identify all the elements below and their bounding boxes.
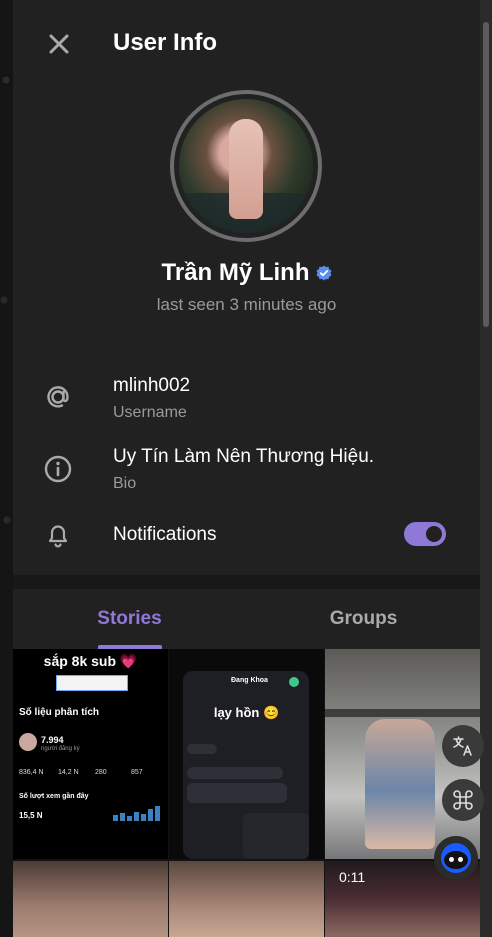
scrollbar-thumb[interactable] [483, 22, 489, 327]
command-icon [453, 790, 473, 810]
story-avatar [19, 733, 37, 751]
media-tabs: Stories Groups [13, 589, 480, 649]
story-recent-label: Số lượt xem gần đây [19, 793, 89, 800]
bio-row[interactable]: Uy Tín Làm Nên Thương Hiệu. Bio [13, 440, 480, 500]
story-mini-chart [113, 805, 161, 821]
story-stat: 280 [95, 769, 107, 776]
story-stat: 857 [131, 769, 143, 776]
context-menu [243, 813, 309, 859]
at-sign-icon [47, 386, 69, 408]
chat-bubble [187, 783, 287, 803]
story-thumbnail[interactable] [169, 861, 324, 937]
close-button[interactable] [43, 28, 75, 60]
video-duration: 0:11 [339, 869, 366, 885]
profile-name-row: Trần Mỹ Linh [13, 259, 480, 287]
close-icon [49, 34, 69, 54]
notifications-label: Notifications [113, 524, 217, 545]
toggle-knob [424, 524, 444, 544]
story-caption: sắp 8k sub 💗 [43, 653, 138, 669]
stories-grid: sắp 8k sub 💗 Số liệu phân tích 7.994 ngư… [13, 649, 480, 937]
section-divider [13, 575, 480, 589]
page-title: User Info [113, 29, 218, 56]
story-stat: 14,2 N [58, 769, 79, 776]
translate-button[interactable] [442, 725, 484, 767]
story-subscribers-label: người đăng ký [41, 746, 80, 752]
assistant-bot-icon [441, 843, 471, 873]
profile-name: Trần Mỹ Linh [161, 259, 310, 286]
last-seen-status: last seen 3 minutes ago [156, 295, 337, 314]
assistant-button[interactable] [434, 836, 478, 880]
username-label: Username [113, 404, 187, 421]
bio-value: Uy Tín Làm Nên Thương Hiệu. [113, 446, 375, 467]
story-heading: Số liệu phân tích [19, 707, 100, 718]
header: User Info [13, 0, 480, 86]
story-thumbnail[interactable]: sắp 8k sub 💗 Số liệu phân tích 7.994 ngư… [13, 649, 168, 859]
profile-avatar[interactable] [170, 90, 322, 242]
chat-bubble [187, 767, 283, 779]
tab-groups[interactable]: Groups [247, 589, 480, 649]
story-subscribers: 7.994 [41, 735, 64, 745]
apps-button[interactable] [442, 779, 484, 821]
tab-stories[interactable]: Stories [13, 589, 246, 649]
bell-icon [48, 525, 68, 548]
avatar-photo [179, 99, 313, 233]
bio-label: Bio [113, 475, 137, 492]
chat-bubble [187, 744, 217, 754]
chat-background [0, 0, 13, 937]
story-shelf [325, 709, 480, 717]
username-value: mlinh002 [113, 375, 191, 396]
chat-avatar [289, 677, 299, 687]
story-caption: lạy hồn 😊 [213, 705, 280, 720]
story-link-sticker [56, 675, 128, 691]
username-row[interactable]: mlinh002 Username [13, 370, 480, 430]
story-recent-value: 15,5 N [19, 811, 43, 820]
user-info-panel: User Info Trần Mỹ Linh last seen 3 minut… [13, 0, 480, 937]
story-chat-name: Đang Khoa [231, 677, 268, 684]
story-stat: 836,4 N [19, 769, 44, 776]
verified-badge-icon [316, 265, 331, 281]
notifications-toggle[interactable] [404, 522, 446, 546]
translate-icon [453, 736, 472, 756]
story-thumbnail[interactable]: Đang Khoa lạy hồn 😊 [169, 649, 324, 859]
info-icon [44, 455, 72, 483]
story-photo-subject [365, 719, 435, 849]
story-thumbnail[interactable] [13, 861, 168, 937]
